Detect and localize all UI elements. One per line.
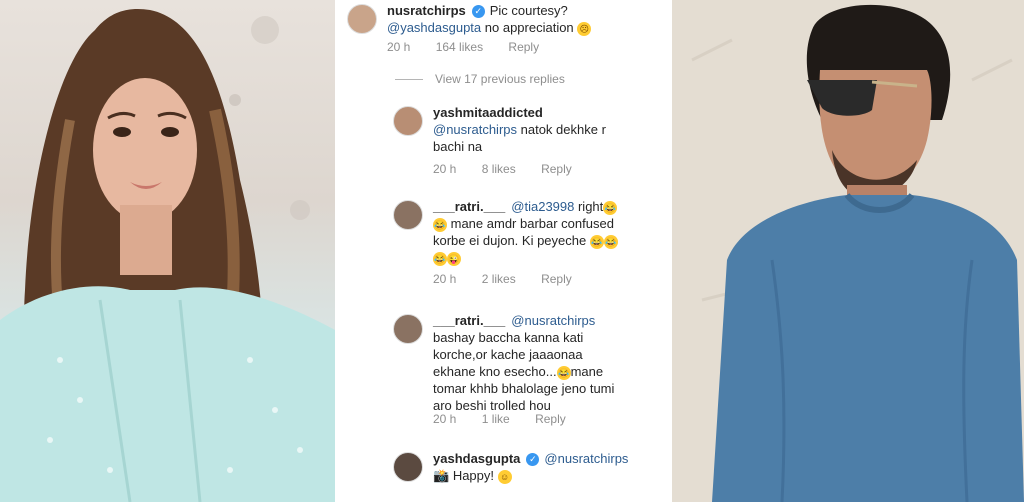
reply-body: ___ratri.___ @nusratchirps bashay baccha …: [433, 312, 668, 414]
laughing-emoji-icon: 😂: [433, 217, 447, 232]
laughing-emoji-icon: 😂: [433, 251, 447, 266]
reply-body: ___ratri.___ @tia23998 right😂 😂 mane amdr…: [433, 198, 668, 266]
avatar[interactable]: [347, 4, 377, 34]
reply-likes[interactable]: 2 likes: [482, 272, 516, 286]
reply-text: mane: [570, 364, 604, 379]
camera-emoji-icon: 📸: [433, 468, 450, 483]
reply-button[interactable]: Reply: [535, 412, 566, 426]
photo-left: [0, 0, 335, 502]
reply-text-line: bachi na: [433, 139, 483, 154]
reply-username[interactable]: ___ratri.___: [433, 313, 505, 328]
comments-panel: nusratchirps ✓ Pic courtesy? @yashdasgupta…: [335, 0, 672, 502]
comment-likes[interactable]: 164 likes: [436, 40, 483, 54]
reply-likes[interactable]: 1 like: [482, 412, 510, 426]
laughing-emoji-icon: 😂: [603, 234, 618, 249]
comment-meta: 20 h 164 likes Reply: [387, 40, 561, 54]
man-portrait-image: [672, 0, 1024, 502]
photo-right: [672, 0, 1024, 502]
reply-body: yashmitaaddicted @nusratchirps natok dek…: [433, 104, 668, 155]
mention-link[interactable]: @nusratchirps: [511, 313, 595, 328]
reply-username[interactable]: yashmitaaddicted: [433, 105, 543, 120]
reply-time: 20 h: [433, 272, 457, 286]
reply-meta: 20 h 2 likes Reply: [433, 272, 594, 286]
laughing-emoji-icon: 😂: [589, 234, 604, 249]
sad-face-emoji-icon: ☹: [577, 21, 592, 36]
reply-button[interactable]: Reply: [508, 40, 539, 54]
reply-button[interactable]: Reply: [541, 272, 572, 286]
avatar[interactable]: [393, 200, 423, 230]
reply-username[interactable]: yashdasgupta: [433, 451, 520, 466]
comment-username[interactable]: nusratchirps: [387, 3, 466, 18]
reply-text-line: aro beshi trolled hou: [433, 398, 551, 413]
reply-button[interactable]: Reply: [541, 162, 572, 176]
reply-username[interactable]: ___ratri.___: [433, 199, 505, 214]
verified-badge-icon: ✓: [471, 5, 485, 19]
reply-likes[interactable]: 8 likes: [482, 162, 516, 176]
comment-body: nusratchirps ✓ Pic courtesy? @yashdasgupta…: [387, 2, 667, 36]
reply-meta: 20 h 8 likes Reply: [433, 162, 594, 176]
avatar[interactable]: [393, 452, 423, 482]
mention-link[interactable]: @yashdasgupta: [387, 20, 481, 35]
reply-text-line: korche,or kache jaaaonaa: [433, 347, 583, 362]
woman-portrait-image: [0, 8, 335, 502]
smiling-emoji-icon: ☺: [497, 469, 512, 484]
reply-text-line: korbe ei dujon. Ki peyeche: [433, 233, 587, 248]
reply-time: 20 h: [433, 162, 457, 176]
reply-text: right: [574, 199, 604, 214]
reply-text-line: bashay baccha kanna kati: [433, 330, 584, 345]
winking-tongue-emoji-icon: 😜: [447, 251, 461, 266]
mention-link[interactable]: @nusratchirps: [544, 451, 628, 466]
view-previous-replies-button[interactable]: View 17 previous replies: [395, 72, 565, 86]
laughing-emoji-icon: 😂: [603, 200, 618, 215]
comment-text: no appreciation: [481, 20, 578, 35]
reply-text-line: ekhane kno esecho...: [433, 364, 557, 379]
avatar[interactable]: [393, 106, 423, 136]
comment-time: 20 h: [387, 40, 411, 54]
reply-text: natok dekhke r: [517, 122, 606, 137]
mention-link[interactable]: @nusratchirps: [433, 122, 517, 137]
reply-time: 20 h: [433, 412, 457, 426]
avatar[interactable]: [393, 314, 423, 344]
reply-text-line: tomar khhb bhalolage jeno tumi: [433, 381, 615, 396]
laughing-emoji-icon: 😂: [556, 365, 571, 380]
reply-meta: 20 h 1 like Reply: [433, 412, 588, 426]
comment-text-line: Pic courtesy?: [489, 3, 568, 18]
verified-badge-icon: ✓: [526, 453, 540, 467]
mention-link[interactable]: @tia23998: [511, 199, 574, 214]
reply-text-line: Happy!: [452, 468, 495, 483]
reply-body: yashdasgupta ✓ @nusratchirps 📸 Happy! ☺: [433, 450, 668, 484]
reply-text-line: mane amdr barbar confused: [450, 216, 614, 231]
